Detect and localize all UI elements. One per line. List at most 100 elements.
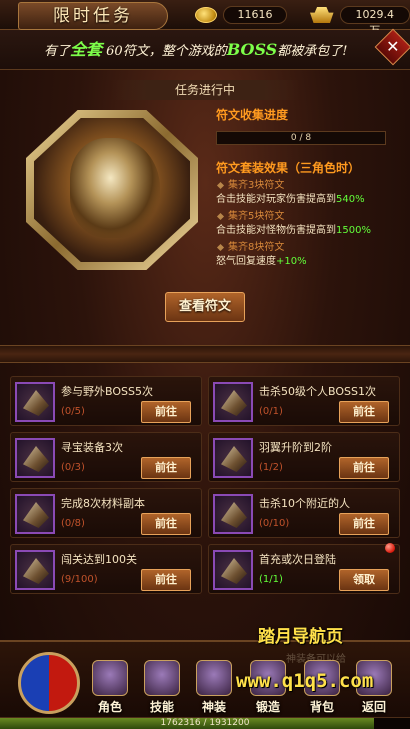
collection-title: 符文收集进度 (216, 108, 289, 122)
set-effect-row: 集齐8块符文 怒气回复速度+10% (216, 241, 406, 269)
rune-item-icon (23, 446, 49, 472)
task-count: (0/5) (61, 406, 85, 417)
set-effect-text: 怒气回复速度 (216, 256, 276, 267)
rune-item-icon (221, 558, 247, 584)
task-card: 寻宝装备3次 (0/3) 前往 (10, 432, 202, 482)
collection-progress-text: 0 / 8 (290, 133, 312, 143)
exp-bar: 1762316 / 1931200 (0, 717, 410, 729)
task-go-button[interactable]: 前往 (339, 513, 389, 535)
nav-label: 背包 (309, 700, 334, 714)
set-effect-value: 540% (336, 194, 365, 205)
banner-suffix: 都被承包了! (277, 44, 348, 59)
task-count: (0/3) (61, 462, 85, 473)
rune-item-icon (23, 390, 49, 416)
watermark-title: 踏月导航页 (258, 627, 343, 647)
ingot-icon (310, 7, 334, 23)
set-effect-row: 集齐5块符文 合击技能对怪物伤害提高到1500% (216, 210, 406, 238)
close-icon: ✕ (386, 37, 400, 56)
dragon-boss-icon (70, 138, 160, 238)
task-item-slot (15, 438, 55, 478)
set-effect-value: 1500% (336, 225, 371, 236)
task-name: 完成8次材料副本 (61, 497, 145, 510)
rune-item-icon (221, 390, 247, 416)
task-item-slot (213, 382, 253, 422)
character-icon (92, 660, 128, 696)
watermark-url: www.q1q5.com (236, 670, 374, 692)
set-effect-requirement: 集齐8块符文 (216, 241, 406, 255)
task-name: 击杀10个附近的人 (259, 497, 350, 510)
task-go-button[interactable]: 前往 (339, 457, 389, 479)
skill-icon (144, 660, 180, 696)
task-count: (0/10) (259, 518, 290, 529)
set-effect-text: 合击技能对怪物伤害提高到 (216, 225, 336, 236)
nav-label: 锻造 (255, 700, 280, 714)
set-effect-requirement: 集齐5块符文 (216, 210, 406, 224)
window-title: 限时任务 (18, 2, 168, 30)
nav-label: 角色 (97, 700, 122, 714)
set-effect-row: 集齐3块符文 合击技能对玩家伤害提高到540% (216, 179, 406, 207)
task-item-slot (15, 382, 55, 422)
task-name: 寻宝装备3次 (61, 441, 123, 454)
rune-item-icon (221, 502, 247, 528)
task-card: 闯关达到100关 (9/100) 前往 (10, 544, 202, 594)
ingot-amount: 1029.4万 (339, 6, 410, 37)
task-item-slot (213, 494, 253, 534)
game-screen: 限时任务 11616 1029.4万 有了全套 60符文，整个游戏的BOSS都被… (0, 0, 410, 729)
task-go-button[interactable]: 前往 (141, 569, 191, 591)
task-go-button[interactable]: 前往 (141, 513, 191, 535)
task-go-button[interactable]: 前往 (339, 401, 389, 423)
task-name: 羽翼升阶到2阶 (259, 441, 332, 454)
exp-text: 1762316 / 1931200 (160, 718, 250, 728)
top-bar: 限时任务 11616 1029.4万 (0, 0, 410, 37)
rune-info-panel: 符文收集进度 0 / 8 符文套装效果（三角色时） 集齐3块符文 合击技能对玩家… (216, 106, 406, 269)
banner-mid: 60符文，整个游戏的 (102, 44, 227, 59)
task-name: 参与野外BOSS5次 (61, 385, 153, 398)
notification-dot-icon (385, 543, 395, 553)
set-effect-text: 合击技能对玩家伤害提高到 (216, 194, 336, 205)
task-name: 闯关达到100关 (61, 553, 137, 566)
task-card: 击杀50级个人BOSS1次 (0/1) 前往 (208, 376, 400, 426)
task-count: (1/1) (259, 574, 283, 585)
set-effects-title: 符文套装效果（三角色时） (216, 161, 361, 175)
divine-gear-icon (196, 660, 232, 696)
gold-coin-icon (195, 7, 217, 23)
banner-prefix: 有了 (44, 44, 71, 59)
task-card: 首充或次日登陆 (1/1) 领取 (208, 543, 400, 594)
task-card: 参与野外BOSS5次 (0/5) 前往 (10, 376, 202, 426)
task-card: 击杀10个附近的人 (0/10) 前往 (208, 488, 400, 538)
task-count: (1/2) (259, 462, 283, 473)
task-name: 首充或次日登陆 (259, 553, 336, 566)
nav-label: 技能 (149, 700, 174, 714)
rune-item-icon (23, 558, 49, 584)
rune-item-icon (23, 502, 49, 528)
task-item-slot (213, 438, 253, 478)
gold-amount: 11616 (223, 6, 287, 24)
rune-item-icon (221, 446, 247, 472)
nav-skill[interactable]: 技能 (140, 660, 184, 716)
task-item-slot (15, 550, 55, 590)
task-go-button[interactable]: 前往 (141, 457, 191, 479)
task-item-slot (15, 494, 55, 534)
nav-divine-gear[interactable]: 神装 (192, 660, 236, 716)
set-effect-value: +10% (276, 256, 307, 267)
task-claim-button[interactable]: 领取 (339, 569, 389, 591)
ingot-currency: 1029.4万 (310, 5, 410, 37)
banner-highlight-full-set: 全套 (70, 40, 103, 59)
nav-character[interactable]: 角色 (88, 660, 132, 716)
promo-banner: 有了全套 60符文，整个游戏的BOSS都被承包了! (0, 30, 410, 70)
view-runes-button[interactable]: 查看符文 (165, 292, 245, 322)
task-name: 击杀50级个人BOSS1次 (259, 385, 376, 398)
nav-label: 返回 (361, 700, 386, 714)
set-effect-requirement: 集齐3块符文 (216, 179, 406, 193)
nav-label: 神装 (201, 700, 226, 714)
task-item-slot (213, 550, 253, 590)
task-go-button[interactable]: 前往 (141, 401, 191, 423)
mission-status: 任务进行中 (110, 80, 300, 100)
task-count: (0/1) (259, 406, 283, 417)
gold-currency: 11616 (195, 5, 287, 25)
banner-highlight-boss: BOSS (226, 40, 278, 59)
task-count: (0/8) (61, 518, 85, 529)
hp-mp-orb-icon (18, 652, 80, 714)
section-divider (0, 345, 410, 363)
task-count: (9/100) (61, 574, 98, 585)
